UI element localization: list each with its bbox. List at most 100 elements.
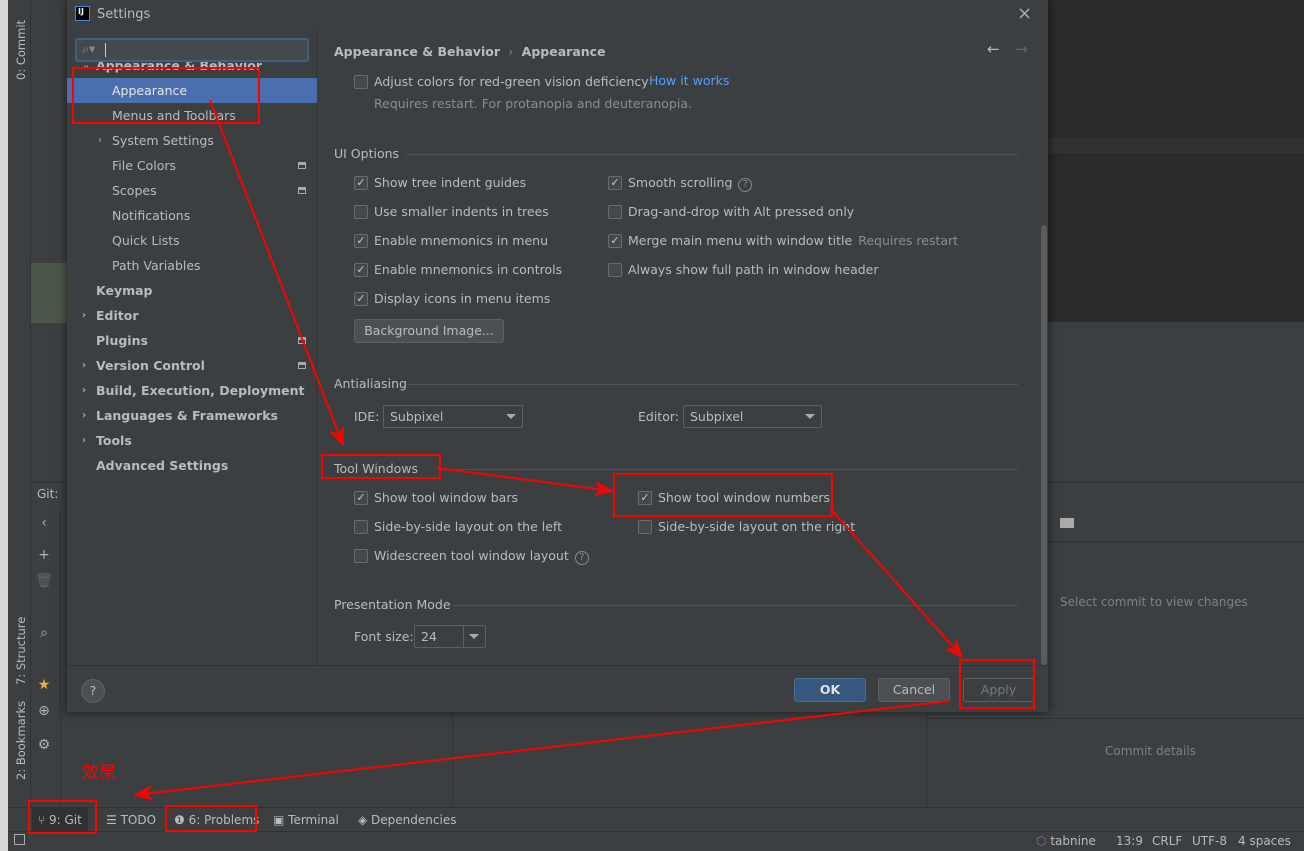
status-position[interactable]: 13:9: [1116, 834, 1143, 848]
font-size-label: Font size:: [354, 629, 414, 644]
star-icon[interactable]: ★: [33, 677, 55, 693]
sidebar-item[interactable]: Advanced Settings: [67, 453, 317, 478]
checkbox[interactable]: [608, 205, 622, 219]
checkbox[interactable]: ✓: [354, 491, 368, 505]
dialog-title: Settings: [97, 7, 151, 22]
layout-icon[interactable]: [1060, 518, 1074, 528]
chevron-down-icon: [805, 414, 815, 419]
checkbox[interactable]: [354, 549, 368, 563]
checkbox[interactable]: ✓: [354, 234, 368, 248]
search-icon[interactable]: ⌕: [33, 625, 55, 641]
tool-commit[interactable]: 0: Commit: [14, 20, 28, 80]
checkbox[interactable]: ✓: [354, 263, 368, 277]
checkbox[interactable]: ✓: [638, 491, 652, 505]
antialiasing-title: Antialiasing: [334, 376, 407, 391]
sidebar-item[interactable]: Keymap: [67, 278, 317, 303]
checkbox[interactable]: ✓: [608, 234, 622, 248]
checkbox[interactable]: [638, 520, 652, 534]
editor-aa-select[interactable]: Subpixel: [683, 405, 822, 428]
background-image-button[interactable]: Background Image...: [354, 319, 504, 343]
colorblind-hint: Requires restart. For protanopia and deu…: [374, 96, 692, 111]
toolwindow-git[interactable]: ⑂ 9: Git: [32, 808, 88, 832]
label: Side-by-side layout on the right: [658, 519, 856, 534]
back-icon[interactable]: ‹: [33, 515, 55, 531]
label: Merge main menu with window title: [628, 233, 853, 248]
presentation-title: Presentation Mode: [334, 597, 451, 612]
sidebar-item[interactable]: File Colors: [67, 153, 317, 178]
project-level-icon: [298, 337, 306, 344]
breadcrumb: Appearance & Behavior › Appearance: [334, 44, 606, 59]
scrollbar[interactable]: [1041, 225, 1047, 665]
sidebar-item-label: System Settings: [112, 133, 214, 148]
toolwindow-problems[interactable]: ❶ 6: Problems: [168, 808, 265, 832]
checkbox[interactable]: ✓: [354, 292, 368, 306]
sidebar-item[interactable]: Scopes: [67, 178, 317, 203]
sidebar-item[interactable]: Notifications: [67, 203, 317, 228]
forward-arrow-icon[interactable]: →: [1015, 40, 1028, 58]
ide-aa-label: IDE:: [354, 409, 380, 424]
help-button[interactable]: ?: [81, 679, 105, 703]
editor-caret-row: [1048, 138, 1304, 153]
font-size-select[interactable]: 24: [414, 625, 486, 648]
checkbox-label: Drag-and-drop with Alt pressed only: [628, 204, 854, 219]
chevron-right-icon: ›: [82, 410, 87, 421]
add-icon[interactable]: +: [33, 547, 55, 563]
ok-button[interactable]: OK: [794, 678, 866, 702]
font-size-value: 24: [421, 629, 437, 644]
chevron-down-icon: [469, 634, 479, 639]
checkbox[interactable]: [608, 263, 622, 277]
toolwindow-terminal[interactable]: ▣ Terminal: [267, 808, 345, 832]
tool-windows-title: Tool Windows: [334, 461, 419, 476]
ide-aa-select[interactable]: Subpixel: [383, 405, 523, 428]
back-arrow-icon[interactable]: ←: [987, 40, 1000, 58]
help-icon[interactable]: ?: [574, 551, 589, 565]
sidebar-item-label: Plugins: [96, 333, 148, 348]
sidebar-item-label: Path Variables: [112, 258, 201, 273]
colorblind-label: Adjust colors for red-green vision defic…: [374, 74, 649, 89]
cancel-button[interactable]: Cancel: [878, 678, 950, 702]
checkbox[interactable]: ✓: [608, 176, 622, 190]
sidebar-item[interactable]: › Build, Execution, Deployment: [67, 378, 317, 403]
checkbox[interactable]: [354, 205, 368, 219]
label: Smooth scrolling: [628, 175, 733, 190]
colorblind-checkbox[interactable]: [354, 75, 368, 89]
status-indent[interactable]: 4 spaces: [1238, 834, 1291, 848]
close-icon[interactable]: ×: [1017, 3, 1032, 24]
checkbox-label: Smooth scrolling?: [628, 175, 753, 192]
sidebar-item[interactable]: Quick Lists: [67, 228, 317, 253]
label: Dependencies: [371, 813, 457, 827]
checkbox[interactable]: [354, 520, 368, 534]
sidebar-item-label: Quick Lists: [112, 233, 180, 248]
tool-structure[interactable]: 7: Structure: [14, 617, 28, 685]
sidebar-item[interactable]: Appearance: [67, 78, 317, 103]
sidebar-item[interactable]: › Editor: [67, 303, 317, 328]
toggle-panels-icon[interactable]: [14, 834, 25, 845]
status-line-separator[interactable]: CRLF: [1152, 834, 1182, 848]
how-it-works-link[interactable]: How it works: [649, 73, 729, 88]
toolwindow-dependencies[interactable]: ◈ Dependencies: [352, 808, 462, 832]
delete-icon[interactable]: 🗑: [33, 573, 55, 589]
text-caret: [105, 43, 106, 57]
gear-icon[interactable]: ⚙: [33, 737, 55, 753]
sidebar-item[interactable]: › Languages & Frameworks: [67, 403, 317, 428]
status-tabnine[interactable]: ⬡ tabnine: [1036, 834, 1096, 848]
help-icon[interactable]: ?: [738, 178, 753, 192]
target-icon[interactable]: ⊕: [33, 703, 55, 719]
sidebar-item[interactable]: Plugins: [67, 328, 317, 353]
settings-search-input[interactable]: ⌕▾: [75, 38, 309, 62]
label: 9: Git: [49, 813, 82, 827]
sidebar-item[interactable]: Path Variables: [67, 253, 317, 278]
sidebar-item-label: Tools: [96, 433, 132, 448]
tool-bookmarks[interactable]: 2: Bookmarks: [14, 701, 28, 780]
status-encoding[interactable]: UTF-8: [1192, 834, 1227, 848]
sidebar-item[interactable]: › Tools: [67, 428, 317, 453]
sidebar-item[interactable]: › Version Control: [67, 353, 317, 378]
sidebar-item[interactable]: › System Settings: [67, 128, 317, 153]
toolwindow-todo[interactable]: ☰ TODO: [100, 808, 162, 832]
label: Enable mnemonics in menu: [374, 233, 548, 248]
sidebar-item[interactable]: Menus and Toolbars: [67, 103, 317, 128]
apply-button[interactable]: Apply: [963, 678, 1034, 702]
checkbox[interactable]: ✓: [354, 176, 368, 190]
chevron-right-icon: ›: [82, 360, 87, 371]
divider: [926, 713, 927, 808]
